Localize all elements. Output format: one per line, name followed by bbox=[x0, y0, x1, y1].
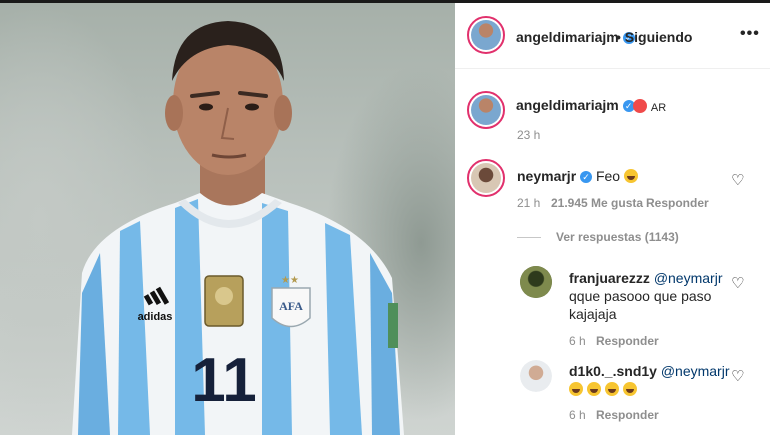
reply-username[interactable]: d1k0._.snd1y bbox=[569, 363, 657, 379]
adidas-wordmark: adidas bbox=[138, 311, 173, 323]
comment-body: neymarjr ✓ Feo bbox=[517, 167, 638, 185]
player-ear-left bbox=[165, 95, 183, 131]
jersey-number: 11 bbox=[191, 346, 257, 415]
post-sidebar: angeldimariajm ✓ • Siguiendo ••• angeldi… bbox=[455, 3, 770, 435]
player-illustration: adidas ★★ AFA 11 bbox=[72, 21, 404, 435]
caption-username[interactable]: angeldimariajm ✓ bbox=[516, 97, 635, 113]
reply-button[interactable]: Responder bbox=[596, 334, 659, 348]
replies-divider bbox=[517, 237, 541, 238]
afa-crest-text: AFA bbox=[279, 299, 303, 313]
like-heart-icon[interactable]: ♡ bbox=[731, 367, 744, 385]
caption-time: 23 h bbox=[517, 128, 541, 142]
jersey-side-patch bbox=[388, 303, 398, 348]
reply-mention[interactable]: @neymarjr bbox=[661, 363, 730, 379]
reply-time: 6 h bbox=[569, 408, 586, 422]
view-replies-button[interactable]: Ver respuestas (1143) bbox=[556, 230, 679, 244]
player-eye-left bbox=[199, 103, 213, 111]
like-heart-icon[interactable]: ♡ bbox=[731, 171, 744, 189]
player-ear-right bbox=[274, 95, 292, 131]
comment-likes[interactable]: 21.945 Me gusta bbox=[551, 196, 643, 210]
laughing-emoji-icon bbox=[623, 169, 638, 183]
reply-body: d1k0._.snd1y @neymarjr bbox=[569, 362, 734, 398]
follow-status[interactable]: • Siguiendo bbox=[616, 29, 692, 45]
header-avatar[interactable] bbox=[467, 16, 505, 54]
laughing-emoji-icon bbox=[604, 382, 619, 396]
reply-mention[interactable]: @neymarjr bbox=[654, 270, 723, 286]
comment-avatar[interactable] bbox=[467, 159, 505, 197]
reply-button[interactable]: Responder bbox=[596, 408, 659, 422]
comment-time: 21 h bbox=[517, 196, 541, 210]
caption-avatar[interactable] bbox=[467, 91, 505, 129]
champions-badge-trophy bbox=[215, 287, 233, 305]
laughing-emoji-icon bbox=[622, 382, 637, 396]
reply-body: franjuarezzz @neymarjr qque pasooo que p… bbox=[569, 270, 723, 322]
more-options-icon[interactable]: ••• bbox=[740, 25, 760, 43]
reply-username[interactable]: franjuarezzz bbox=[569, 270, 650, 286]
post-photo[interactable]: adidas ★★ AFA 11 bbox=[0, 3, 455, 435]
laughing-emoji-icon bbox=[586, 382, 601, 396]
reply-avatar[interactable] bbox=[520, 360, 552, 392]
player-eye-right bbox=[245, 103, 259, 111]
post-header: angeldimariajm ✓ • Siguiendo ••• bbox=[455, 3, 770, 69]
laughing-emoji-icon bbox=[569, 382, 583, 396]
comment-username[interactable]: neymarjr bbox=[517, 168, 576, 184]
caption-text: AR bbox=[633, 97, 666, 117]
reply-avatar[interactable] bbox=[520, 266, 552, 298]
verified-badge-icon: ✓ bbox=[580, 171, 593, 183]
like-heart-icon[interactable]: ♡ bbox=[731, 274, 744, 292]
reply-time: 6 h bbox=[569, 334, 586, 348]
crest-stars: ★★ bbox=[281, 275, 299, 286]
star-eyes-emoji-icon bbox=[633, 99, 647, 113]
reply-button[interactable]: Responder bbox=[646, 196, 709, 210]
